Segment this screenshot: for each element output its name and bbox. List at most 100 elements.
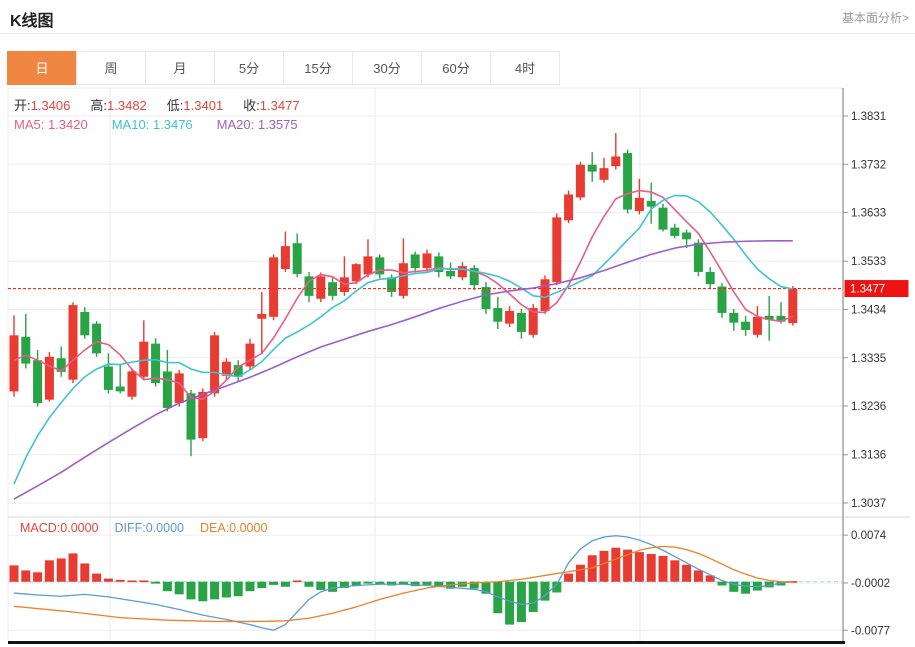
macd-bar [575,564,585,582]
candle-body [115,386,125,392]
candle-body [92,323,102,354]
candle-body [481,287,491,310]
candle-body [493,308,503,322]
macd-value-label: MACD:0.0000 [20,521,99,535]
macd-bar [162,581,172,592]
low-label: 低: [166,98,184,113]
macd-bar [599,550,609,582]
macd-bar [316,581,326,590]
candle-body [257,313,267,319]
high-value: 1.3482 [107,98,147,113]
macd-bar [221,581,231,598]
macd-bar [103,578,113,582]
macd-bar [44,560,54,582]
macd-bar [198,581,208,602]
candle-body [398,263,408,296]
candle-body [280,246,290,270]
candle-body [351,264,361,282]
candle-body [33,360,43,404]
candle-body [21,336,31,364]
macd-bar [682,564,692,582]
ma10-legend: MA10: 1.3476 [111,117,193,132]
candle-body [269,257,279,317]
candle-body [363,256,373,275]
candle-body [68,305,78,380]
y-axis-label: 1.3136 [851,450,886,462]
candle-body [103,366,113,390]
candle-body [741,321,751,330]
macd-bar [21,570,31,582]
ma-legend: MA5: 1.3420 MA10: 1.3476 MA20: 1.3575 [14,117,322,132]
open-label: 开: [14,98,31,113]
macd-bar [564,573,574,582]
candle-body [245,343,255,367]
candle-body [705,271,715,285]
macd-bar [245,581,255,592]
candle-body [139,341,149,377]
macd-bar [670,560,680,582]
y-axis-label: 1.3236 [851,401,886,413]
candle-body [174,373,184,404]
macd-axis-label: -0.0002 [851,578,890,590]
kline-app: K线图 基本面分析> 日周月 5分 15分 30分 60分 4时 1.3831 1.3732… [0,0,915,647]
open-value: 1.3406 [30,98,71,113]
candle-body [693,242,703,272]
candle-body [422,253,432,269]
macd-bar [646,554,656,582]
ma5-legend: MA5: 1.3420 [14,117,88,132]
macd-bar [92,573,102,582]
macd-bar [422,581,432,585]
candle-body [387,277,397,292]
y-axis-label: 1.3831 [851,111,886,123]
candle-body [410,254,420,269]
candle-body [717,286,727,313]
macd-bar [269,581,279,585]
candle-body [80,311,90,336]
candle-body [162,371,172,408]
candle-body [587,164,597,172]
candle-body [564,194,574,221]
macd-bar [56,558,66,582]
close-value: 1.3477 [259,98,300,113]
macd-bar [210,581,220,600]
macd-bar [115,579,125,582]
diff-value-label: DIFF:0.0000 [114,521,184,535]
price-marker-value: 1.3477 [850,284,885,296]
candle-body [457,266,467,278]
macd-bar [174,581,184,595]
macd-bar [292,580,302,583]
high-label: 高: [90,98,108,113]
close-label: 收: [243,98,260,113]
macd-bar [233,581,243,597]
y-axis-label: 1.3434 [851,304,887,316]
macd-axis-label: -0.0077 [851,625,890,637]
macd-bar [9,565,19,582]
candle-body [599,168,609,180]
candle-body [611,156,621,167]
ma20-legend: MA20: 1.3575 [216,117,298,132]
y-axis-label: 1.3633 [851,208,886,220]
macd-bar [717,581,727,586]
candle-body [292,243,302,274]
low-value: 1.3401 [183,98,224,113]
candle-body [752,316,762,335]
macd-bar [693,570,703,582]
candle-body [670,227,680,236]
macd-bar [68,553,78,582]
dea-value-label: DEA:0.0000 [200,521,268,535]
y-axis-label: 1.3037 [851,498,886,510]
macd-bar [658,555,668,582]
candle-body [623,153,633,210]
candle-body [127,371,137,397]
macd-bar [139,580,149,583]
macd-bar [634,552,644,582]
macd-bar [33,572,43,582]
macd-bar [257,581,267,589]
candle-body [658,207,668,230]
candle-body [540,279,550,311]
macd-bar [80,563,90,582]
candle-body [575,164,585,198]
candle-body [44,356,54,400]
candle-body [682,232,692,240]
macd-legend: MACD:0.0000 DIFF:0.0000 DEA:0.0000 [20,521,283,535]
